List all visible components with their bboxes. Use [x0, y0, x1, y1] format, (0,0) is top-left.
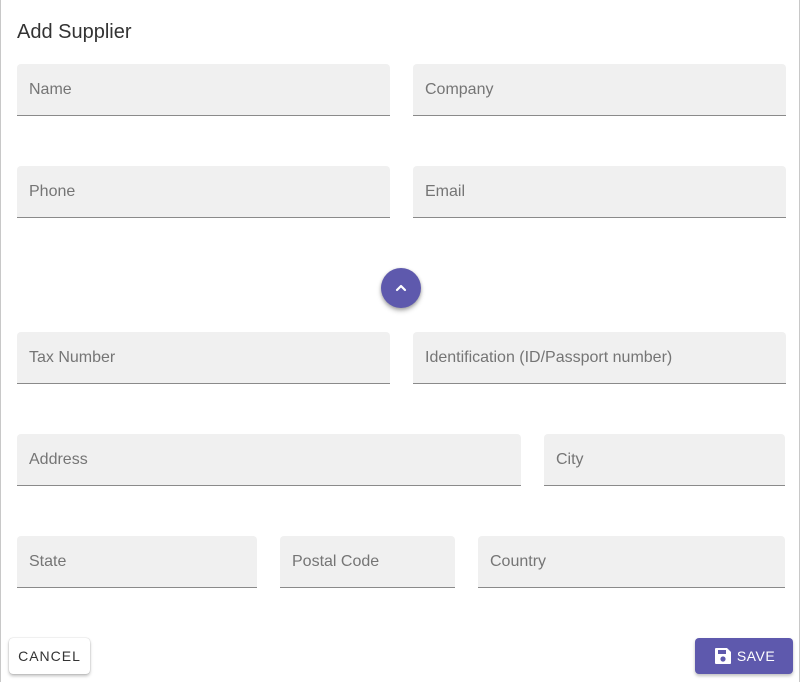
identification-input[interactable]	[413, 332, 786, 383]
state-field-container	[17, 536, 257, 588]
tax-number-field-container	[17, 332, 390, 384]
cancel-button[interactable]: CANCEL	[9, 638, 90, 674]
name-field-container	[17, 64, 390, 116]
country-field-container	[478, 536, 785, 588]
address-field-container	[17, 434, 521, 486]
company-input[interactable]	[413, 64, 786, 115]
save-button[interactable]: SAVE	[695, 638, 793, 674]
phone-input[interactable]	[17, 166, 390, 217]
address-input[interactable]	[17, 434, 521, 485]
identification-field-container	[413, 332, 786, 384]
add-supplier-dialog: Add Supplier Name Company Phone Email Ta…	[0, 0, 800, 682]
chevron-up-icon	[393, 280, 409, 296]
phone-field-container	[17, 166, 390, 218]
country-input[interactable]	[478, 536, 785, 587]
cancel-button-label: CANCEL	[18, 648, 81, 664]
city-input[interactable]	[544, 434, 785, 485]
save-button-label: SAVE	[736, 648, 776, 664]
postal-code-field-container	[280, 536, 455, 588]
dialog-title: Add Supplier	[17, 21, 132, 43]
email-field-container	[413, 166, 786, 218]
postal-code-input[interactable]	[280, 536, 455, 587]
name-input[interactable]	[17, 64, 390, 115]
email-input[interactable]	[413, 166, 786, 217]
tax-number-input[interactable]	[17, 332, 390, 383]
city-field-container	[544, 434, 785, 486]
state-input[interactable]	[17, 536, 257, 587]
company-field-container	[413, 64, 786, 116]
collapse-toggle-button[interactable]	[381, 268, 421, 308]
floppy-disk-icon	[713, 646, 733, 666]
